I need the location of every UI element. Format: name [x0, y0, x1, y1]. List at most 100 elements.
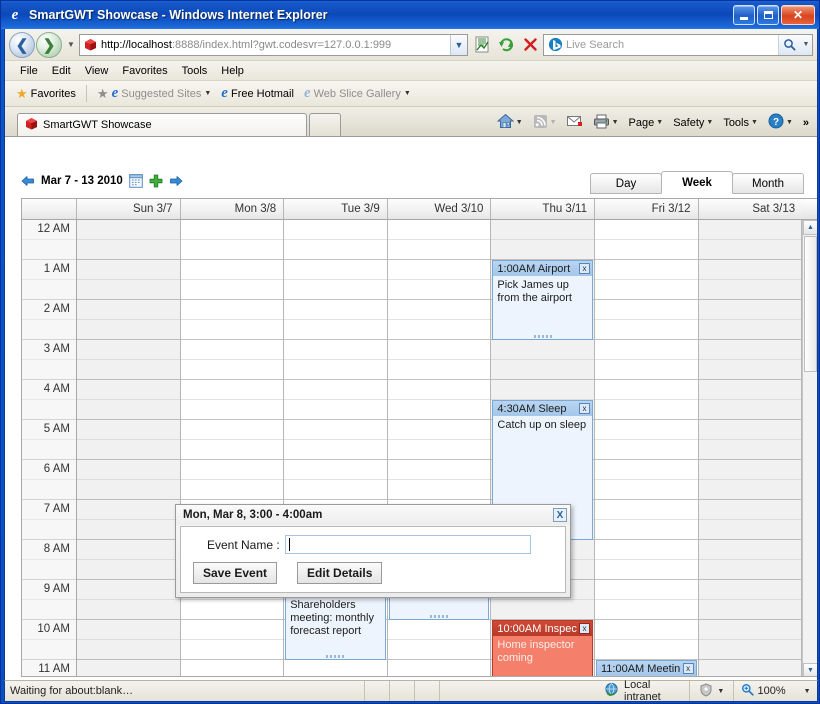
time-cell[interactable] [180, 300, 284, 320]
time-cell[interactable] [698, 300, 802, 320]
chevron-down-icon[interactable]: ▼ [550, 119, 557, 126]
time-cell[interactable] [180, 240, 284, 260]
favbar-item-free-hotmail[interactable]: e Free Hotmail [216, 86, 299, 101]
time-cell[interactable] [698, 540, 802, 560]
date-picker-icon[interactable] [129, 174, 143, 188]
time-cell[interactable] [387, 340, 491, 360]
time-cell[interactable] [284, 320, 387, 340]
time-cell[interactable] [387, 280, 491, 300]
time-cell[interactable] [77, 300, 180, 320]
time-cell[interactable] [77, 260, 180, 280]
column-header-wed[interactable]: Wed 3/10 [387, 199, 492, 219]
time-cell[interactable] [698, 260, 802, 280]
time-cell[interactable] [77, 400, 180, 420]
event-resize-handle[interactable] [326, 655, 345, 658]
previous-week-icon[interactable] [21, 174, 35, 188]
chevron-down-icon[interactable]: ▼ [656, 119, 663, 126]
calendar-event-inspector[interactable]: 10:00AM Inspec x Home inspector coming [492, 620, 593, 676]
time-cell[interactable] [698, 420, 802, 440]
time-cell[interactable] [77, 580, 180, 600]
time-cell[interactable] [284, 380, 387, 400]
dialog-close-icon[interactable]: X [553, 508, 567, 522]
time-cell[interactable] [284, 460, 387, 480]
chevron-down-icon[interactable]: ▼ [706, 119, 713, 126]
time-cell[interactable] [387, 220, 491, 240]
time-cell[interactable] [387, 360, 491, 380]
time-cell[interactable] [595, 540, 698, 560]
time-cell[interactable] [698, 620, 802, 640]
browser-tab-smartgwt-showcase[interactable]: SmartGWT Showcase [17, 113, 307, 136]
time-cell[interactable] [284, 360, 387, 380]
time-cell[interactable] [698, 600, 802, 620]
time-cell[interactable] [387, 440, 491, 460]
time-cell[interactable] [180, 640, 284, 660]
time-cell[interactable] [77, 420, 180, 440]
time-cell[interactable] [387, 240, 491, 260]
time-cell[interactable] [180, 480, 284, 500]
scrollbar-thumb[interactable] [804, 236, 817, 372]
forward-icon[interactable]: ❯ [36, 31, 62, 58]
time-cell[interactable] [491, 360, 594, 380]
time-cell[interactable] [77, 620, 180, 640]
menu-item-view[interactable]: View [78, 63, 116, 79]
time-cell[interactable] [180, 320, 284, 340]
time-cell[interactable] [387, 460, 491, 480]
search-provider-dropdown-icon[interactable]: ▼ [800, 34, 812, 55]
event-header[interactable]: 11:00AM Meetin x [597, 661, 696, 676]
time-cell[interactable] [77, 500, 180, 520]
time-cell[interactable] [595, 600, 698, 620]
chevron-down-icon[interactable]: ▼ [516, 119, 523, 126]
address-input[interactable]: http://localhost:8888/index.html?gwt.cod… [79, 33, 468, 56]
time-cell[interactable] [284, 480, 387, 500]
refresh-icon[interactable] [495, 34, 517, 56]
menu-item-favorites[interactable]: Favorites [115, 63, 174, 79]
help-menu-button[interactable]: ? ▼ [764, 113, 797, 132]
time-cell[interactable] [284, 660, 387, 676]
maximize-button[interactable] [757, 5, 779, 25]
time-cell[interactable] [698, 400, 802, 420]
menu-item-file[interactable]: File [13, 63, 45, 79]
time-cell[interactable] [284, 260, 387, 280]
time-cell[interactable] [284, 420, 387, 440]
event-name-input[interactable] [284, 535, 531, 554]
time-cell[interactable] [491, 340, 594, 360]
time-cell[interactable] [491, 220, 594, 240]
time-cell[interactable] [595, 300, 698, 320]
protected-mode-indicator[interactable]: ▼ [690, 681, 735, 701]
time-cell[interactable] [595, 380, 698, 400]
time-cell[interactable] [698, 380, 802, 400]
time-cell[interactable] [595, 480, 698, 500]
menu-item-tools[interactable]: Tools [175, 63, 215, 79]
time-cell[interactable] [595, 620, 698, 640]
time-cell[interactable] [595, 400, 698, 420]
time-cell[interactable] [77, 480, 180, 500]
time-cell[interactable] [180, 220, 284, 240]
time-cell[interactable] [698, 280, 802, 300]
favorites-button[interactable]: ★ Favorites [11, 87, 81, 100]
time-cell[interactable] [387, 400, 491, 420]
time-cell[interactable] [387, 260, 491, 280]
time-cell[interactable] [698, 520, 802, 540]
event-header[interactable]: 10:00AM Inspec x [493, 621, 592, 636]
time-cell[interactable] [595, 320, 698, 340]
column-header-fri[interactable]: Fri 3/12 [594, 199, 699, 219]
add-event-icon[interactable] [149, 174, 163, 188]
edit-details-button[interactable]: Edit Details [297, 562, 383, 584]
time-cell[interactable] [595, 580, 698, 600]
scroll-down-icon[interactable]: ▼ [803, 663, 817, 676]
time-cell[interactable] [387, 480, 491, 500]
time-cell[interactable] [77, 660, 180, 676]
column-header-mon[interactable]: Mon 3/8 [180, 199, 285, 219]
time-cell[interactable] [698, 240, 802, 260]
time-cell[interactable] [77, 540, 180, 560]
time-cell[interactable] [180, 260, 284, 280]
time-cell[interactable] [387, 640, 491, 660]
time-cell[interactable] [180, 360, 284, 380]
compatibility-view-icon[interactable] [471, 34, 493, 56]
time-cell[interactable] [180, 280, 284, 300]
tab-week[interactable]: Week [661, 171, 733, 194]
time-cell[interactable] [180, 380, 284, 400]
security-zone[interactable]: Local intranet [440, 679, 691, 703]
day-column-mon[interactable] [180, 220, 285, 676]
chevron-down-icon[interactable]: ▼ [804, 688, 811, 695]
